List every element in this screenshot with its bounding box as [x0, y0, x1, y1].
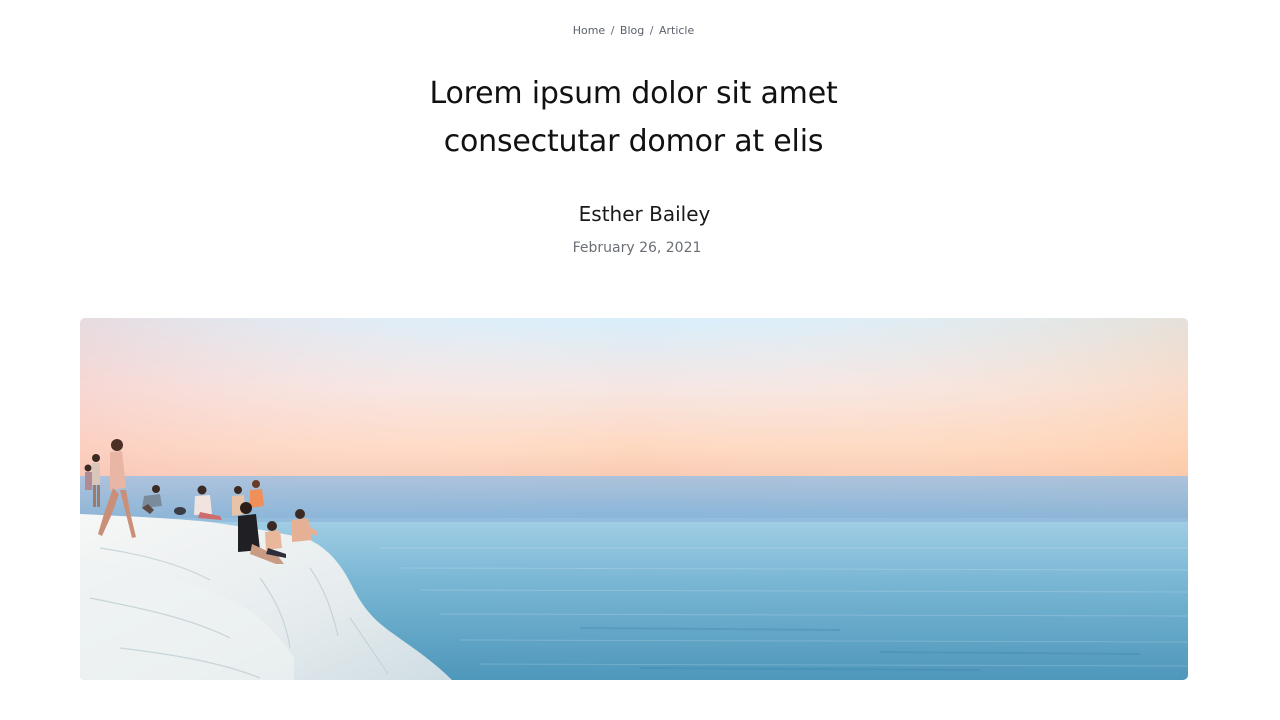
- breadcrumb-home-link[interactable]: Home: [573, 24, 605, 37]
- hero-image: [80, 318, 1188, 680]
- breadcrumb: Home / Blog / Article: [0, 24, 1267, 37]
- breadcrumb-article-link[interactable]: Article: [659, 24, 694, 37]
- article-title-line-2: consectutar domor at elis: [443, 124, 824, 159]
- breadcrumb-separator: /: [649, 24, 654, 37]
- article-page: Home / Blog / Article Lorem ipsum dolor …: [0, 0, 1280, 720]
- article-title: Lorem ipsum dolor sit amet consectutar d…: [0, 70, 1267, 166]
- breadcrumb-separator: /: [610, 24, 615, 37]
- article-title-line-1: Lorem ipsum dolor sit amet: [429, 76, 838, 111]
- publish-date: February 26, 2021: [572, 240, 702, 256]
- seaside-cliff-illustration: [80, 318, 1188, 680]
- breadcrumb-blog-link[interactable]: Blog: [620, 24, 644, 37]
- author-name[interactable]: Esther Bailey: [0, 202, 1280, 226]
